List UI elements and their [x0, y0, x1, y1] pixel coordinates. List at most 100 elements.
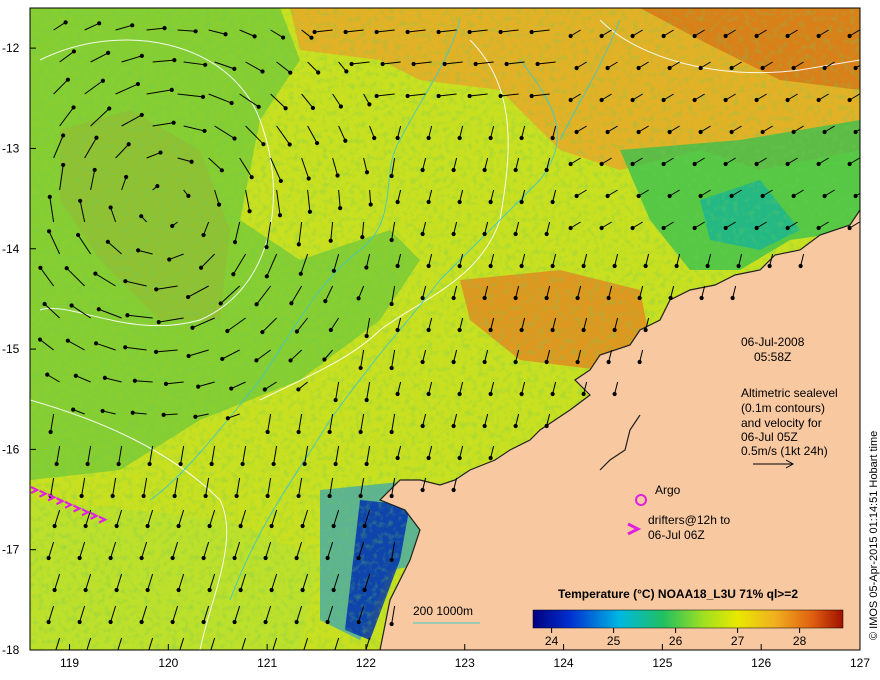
velocity-arrow-head — [389, 301, 394, 307]
velocity-arrow-head — [605, 129, 610, 135]
legend-colorbar — [532, 609, 844, 629]
velocity-arrow-head — [488, 135, 493, 141]
legend-tick-label: 28 — [793, 634, 807, 648]
velocity-arrow-head — [97, 21, 102, 26]
velocity-arrow-head — [262, 387, 267, 392]
velocity-arrow-head — [176, 523, 181, 529]
velocity-arrow-head — [158, 150, 163, 155]
velocity-arrow-head — [405, 93, 410, 99]
velocity-arrow-head — [488, 199, 493, 205]
velocity-arrow-head — [630, 97, 635, 103]
velocity-arrow-head — [300, 523, 305, 529]
velocity-arrow-head — [785, 161, 790, 167]
velocity-arrow-head — [312, 29, 317, 35]
velocity-arrow-head — [333, 397, 338, 403]
velocity-arrow-head — [277, 213, 283, 218]
velocity-arrow-head — [102, 375, 107, 380]
velocity-arrow-head — [488, 391, 493, 397]
velocity-arrow-head — [100, 78, 106, 83]
velocity-arrow-head — [457, 135, 462, 141]
velocity-arrow-head — [661, 97, 666, 103]
velocity-arrow-head — [37, 337, 43, 342]
velocity-arrow-head — [395, 327, 400, 333]
lat-tick-label: -13 — [2, 141, 20, 155]
velocity-arrow-head — [451, 359, 456, 365]
velocity-arrow-head — [599, 33, 604, 39]
velocity-arrow-head — [48, 429, 53, 435]
velocity-arrow-head — [163, 381, 169, 386]
velocity-arrow-head — [141, 493, 146, 499]
lon-tick-label: 127 — [850, 656, 870, 670]
velocity-arrow-head — [513, 167, 518, 173]
velocity-arrow-head — [130, 23, 135, 28]
velocity-arrow-head — [186, 294, 191, 300]
velocity-arrow-head — [52, 587, 57, 593]
velocity-arrow-head — [574, 65, 579, 71]
velocity-arrow-head — [338, 104, 344, 109]
velocity-arrow-head — [568, 33, 573, 39]
velocity-arrow-head — [238, 587, 243, 593]
velocity-arrow-head — [207, 523, 212, 529]
velocity-arrow-head — [581, 263, 586, 269]
lat-tick-label: -14 — [2, 242, 20, 256]
velocity-arrow-head — [294, 555, 299, 561]
velocity-arrow-head — [331, 587, 336, 593]
velocity-arrow-head — [791, 193, 796, 199]
velocity-arrow-head — [816, 33, 821, 39]
velocity-arrow-head — [209, 461, 214, 467]
velocity-arrow-head — [73, 373, 78, 378]
velocity-arrow-head — [482, 359, 487, 365]
velocity-arrow-head — [331, 268, 336, 273]
velocity-arrow-head — [229, 100, 234, 106]
velocity-arrow-head — [358, 429, 363, 435]
velocity-arrow-head — [395, 135, 400, 141]
velocity-arrow-head — [574, 193, 579, 199]
velocity-arrow-head — [201, 619, 206, 625]
lon-tick-label: 120 — [158, 656, 178, 670]
velocity-arrow-head — [816, 225, 821, 231]
velocity-arrow-head — [335, 173, 340, 178]
time-label: 05:58Z — [754, 350, 791, 364]
velocity-arrow-head — [364, 265, 369, 270]
velocity-arrow-head — [156, 320, 161, 325]
lat-tick-label: -16 — [2, 442, 20, 456]
velocity-arrow-head — [426, 327, 431, 333]
velocity-arrow-head — [636, 65, 641, 71]
velocity-arrow-head — [219, 168, 224, 173]
velocity-arrow-head — [599, 161, 604, 167]
drifters-line-1: drifters@12h to — [648, 513, 731, 527]
velocity-arrow-head — [256, 104, 261, 109]
velocity-arrow-head — [798, 263, 803, 269]
velocity-arrow-head — [338, 206, 343, 211]
velocity-arrow-head — [234, 493, 239, 499]
velocity-arrow-head — [93, 341, 99, 346]
velocity-arrow-head — [667, 65, 672, 71]
velocity-arrow-head — [606, 295, 611, 301]
velocity-arrow-head — [136, 248, 141, 253]
velocity-arrow-head — [79, 493, 84, 499]
velocity-arrow-head — [123, 345, 128, 350]
velocity-arrow-head — [405, 29, 410, 35]
velocity-arrow-head — [488, 327, 493, 333]
velocity-arrow-head — [698, 129, 703, 135]
velocity-arrow-head — [193, 414, 198, 419]
velocity-arrow-head — [723, 161, 728, 167]
velocity-arrow-head — [132, 378, 137, 383]
velocity-arrow-head — [314, 140, 320, 146]
velocity-arrow-head — [612, 263, 617, 269]
velocity-arrow-head — [612, 327, 617, 333]
velocity-arrow-head — [389, 173, 394, 179]
velocity-arrow-head — [269, 523, 274, 529]
velocity-arrow-head — [636, 129, 641, 135]
velocity-arrow-head — [200, 94, 206, 99]
velocity-arrow-head — [145, 523, 150, 529]
alt-line-5: 0.5m/s (1kt 24h) — [741, 444, 828, 458]
velocity-arrow-head — [698, 65, 703, 71]
velocity-arrow-head — [167, 257, 172, 262]
velocity-arrow-head — [232, 66, 237, 71]
velocity-arrow-head — [287, 142, 292, 147]
velocity-arrow-head — [83, 523, 88, 529]
alt-line-3: and velocity for — [741, 416, 822, 430]
velocity-arrow-head — [172, 58, 177, 63]
velocity-arrow-head — [457, 263, 462, 269]
